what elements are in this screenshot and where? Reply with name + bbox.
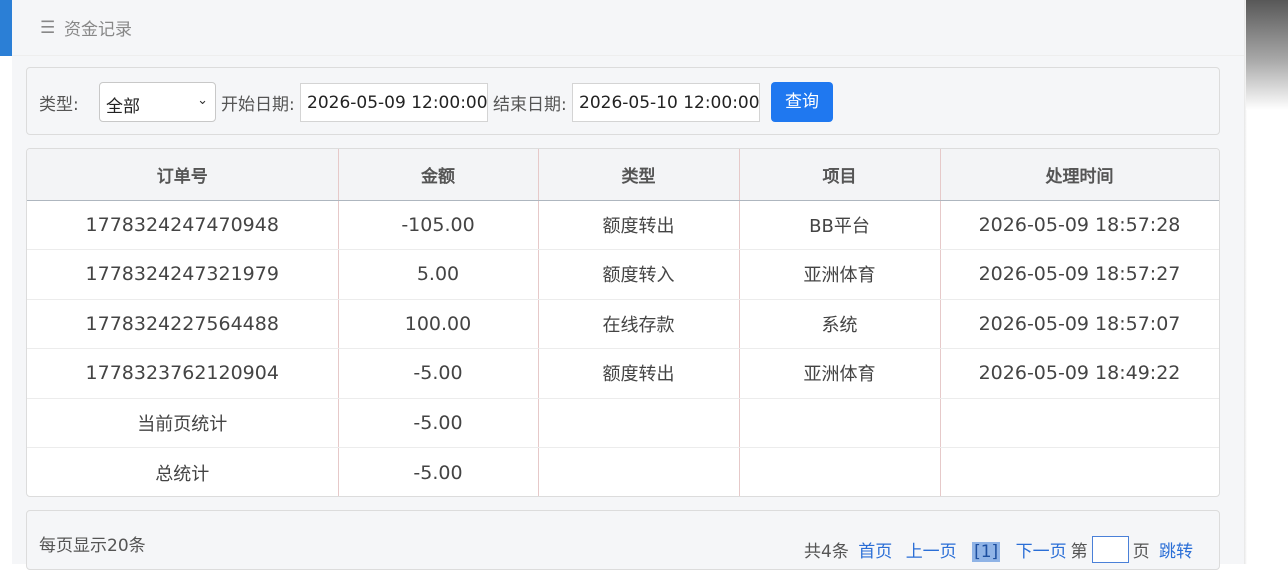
table-row: 1778324247470948 -105.00 额度转出 BB平台 2026-…	[27, 200, 1219, 250]
empty-cell	[739, 398, 941, 448]
type-cell: 在线存款	[538, 299, 740, 349]
header-project: 项目	[739, 149, 941, 201]
start-date-input[interactable]: 2026-05-09 12:00:00	[300, 83, 488, 122]
current-page: [1]	[972, 542, 1001, 562]
records-table: 订单号 金额 类型 项目 处理时间 1778324247470948 -105.…	[26, 148, 1220, 497]
start-date-label: 开始日期:	[221, 95, 295, 115]
empty-cell	[940, 398, 1219, 448]
empty-cell	[538, 447, 740, 496]
table-row: 1778323762120904 -5.00 额度转出 亚洲体育 2026-05…	[27, 348, 1219, 399]
pagination-bar: 每页显示20条 共4条 首页 上一页 [1] 下一页第 页 跳转	[26, 510, 1220, 570]
left-edge	[0, 0, 12, 564]
goto-suffix: 页	[1132, 542, 1150, 562]
page-title: 资金记录	[64, 20, 132, 40]
type-select-value: 全部	[106, 97, 140, 117]
type-label: 类型:	[39, 95, 79, 115]
goto-prefix: 第	[1070, 542, 1088, 562]
type-cell: 额度转出	[538, 200, 740, 250]
project-cell: 亚洲体育	[739, 348, 941, 399]
project-cell: 亚洲体育	[739, 249, 941, 300]
time-cell: 2026-05-09 18:49:22	[940, 348, 1219, 399]
page-total-row: 当前页统计 -5.00	[27, 398, 1219, 448]
header-order-no: 订单号	[27, 149, 339, 201]
empty-cell	[538, 398, 740, 448]
pagination: 共4条 首页 上一页 [1] 下一页第 页 跳转	[804, 535, 1197, 563]
amount-cell: 5.00	[338, 249, 539, 300]
header-amount: 金额	[338, 149, 539, 201]
type-cell: 额度转出	[538, 348, 740, 399]
amount-cell: -105.00	[338, 200, 539, 250]
amount-cell: -5.00	[338, 348, 539, 399]
page-total-value: -5.00	[338, 398, 539, 448]
time-cell: 2026-05-09 18:57:07	[940, 299, 1219, 349]
time-cell: 2026-05-09 18:57:28	[940, 200, 1219, 250]
empty-cell	[739, 447, 941, 496]
grand-total-label: 总统计	[27, 447, 339, 496]
main-panel: ☰ 资金记录 类型: 全部 ⌄ 开始日期: 2026-05-09 12:00:0…	[12, 0, 1244, 570]
table-row: 1778324247321979 5.00 额度转入 亚洲体育 2026-05-…	[27, 249, 1219, 300]
page-total-label: 当前页统计	[27, 398, 339, 448]
end-date-label: 结束日期:	[493, 95, 567, 115]
per-page-text: 每页显示20条	[39, 536, 146, 556]
query-button[interactable]: 查询	[771, 82, 833, 122]
chevron-down-icon: ⌄	[197, 93, 208, 108]
end-date-input[interactable]: 2026-05-10 12:00:00	[572, 83, 760, 122]
table-row: 1778324227564488 100.00 在线存款 系统 2026-05-…	[27, 299, 1219, 349]
next-page-link[interactable]: 下一页	[1016, 542, 1067, 562]
goto-link[interactable]: 跳转	[1159, 542, 1193, 562]
order-no-cell: 1778324247321979	[27, 249, 339, 300]
page-number-input[interactable]	[1091, 535, 1129, 563]
type-select[interactable]: 全部 ⌄	[99, 82, 216, 122]
type-cell: 额度转入	[538, 249, 740, 300]
total-count: 共4条	[804, 542, 849, 562]
order-no-cell: 1778323762120904	[27, 348, 339, 399]
header-type: 类型	[538, 149, 740, 201]
page-header: ☰ 资金记录	[12, 0, 1244, 56]
grand-total-value: -5.00	[338, 447, 539, 496]
time-cell: 2026-05-09 18:57:27	[940, 249, 1219, 300]
empty-cell	[940, 447, 1219, 496]
prev-page-link[interactable]: 上一页	[906, 542, 957, 562]
first-page-link[interactable]: 首页	[858, 542, 892, 562]
header-process-time: 处理时间	[940, 149, 1219, 201]
project-cell: 系统	[739, 299, 941, 349]
filter-bar: 类型: 全部 ⌄ 开始日期: 2026-05-09 12:00:00 结束日期:…	[26, 67, 1220, 135]
grand-total-row: 总统计 -5.00	[27, 447, 1219, 496]
amount-cell: 100.00	[338, 299, 539, 349]
right-edge	[1244, 0, 1288, 564]
project-cell: BB平台	[739, 200, 941, 250]
menu-icon[interactable]: ☰	[40, 18, 55, 38]
order-no-cell: 1778324227564488	[27, 299, 339, 349]
table-header-row: 订单号 金额 类型 项目 处理时间	[27, 149, 1219, 201]
right-shadow	[1246, 0, 1288, 110]
sidebar-accent	[0, 0, 12, 56]
order-no-cell: 1778324247470948	[27, 200, 339, 250]
